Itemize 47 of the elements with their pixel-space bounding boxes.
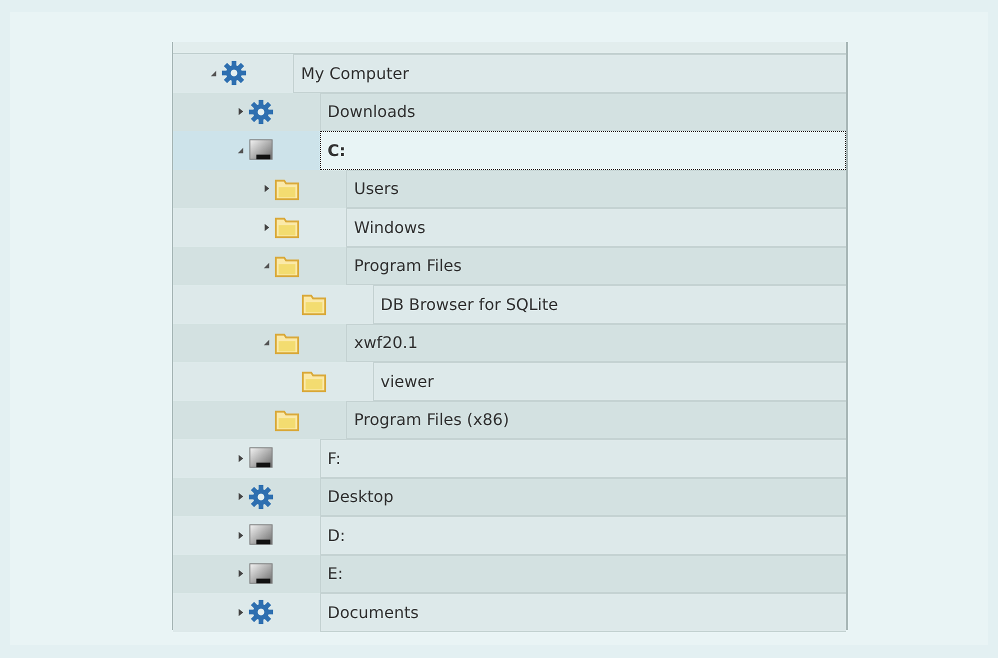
collapse-arrow-icon[interactable] (262, 261, 271, 270)
tree-item[interactable]: Program Files (173, 246, 846, 285)
tree-item[interactable]: D: (173, 516, 846, 554)
tree-item[interactable]: Windows (173, 208, 846, 246)
collapse-arrow-icon[interactable] (262, 338, 271, 348)
item-label: C: (320, 131, 846, 170)
tree-item[interactable]: My Computer (173, 54, 846, 92)
item-label: DB Browser for SQLite (372, 285, 846, 324)
expand-arrow-icon[interactable] (262, 222, 271, 232)
item-label: viewer (372, 362, 846, 400)
item-label: Documents (320, 593, 846, 632)
item-label: Desktop (320, 478, 846, 516)
item-label: F: (320, 439, 846, 478)
item-label: Program Files (346, 246, 846, 285)
expand-arrow-icon[interactable] (236, 569, 244, 578)
gear-icon (248, 98, 274, 125)
expand-arrow-icon[interactable] (236, 107, 244, 116)
gear-icon (221, 60, 247, 86)
item-label: D: (320, 516, 846, 554)
gear-icon (248, 484, 274, 510)
item-label: Downloads (320, 92, 846, 131)
item-label: Windows (346, 208, 846, 246)
tree-item[interactable]: Program Files (x86) (173, 400, 846, 439)
item-label: Users (346, 170, 846, 208)
tree-item[interactable]: DB Browser for SQLite (173, 285, 846, 324)
item-label: E: (320, 554, 846, 593)
tree-item[interactable]: C: (173, 131, 846, 170)
tree-item[interactable]: xwf20.1 (173, 324, 846, 362)
tree-item[interactable]: Downloads (173, 92, 846, 131)
expand-arrow-icon[interactable] (262, 184, 271, 194)
tree-item[interactable]: F: (173, 439, 846, 478)
item-label: Program Files (x86) (346, 400, 846, 439)
tree-item[interactable]: Users (173, 170, 846, 208)
expand-arrow-icon[interactable] (236, 530, 244, 540)
drive-icon (248, 560, 274, 587)
expand-arrow-icon[interactable] (236, 492, 244, 502)
tree-item[interactable]: Desktop (173, 478, 846, 516)
gear-icon (248, 599, 274, 626)
expand-arrow-icon[interactable] (236, 608, 244, 617)
tree-item[interactable]: viewer (173, 362, 846, 400)
item-label: xwf20.1 (346, 324, 846, 362)
tree-item[interactable]: E: (173, 554, 846, 593)
tree-item[interactable]: Documents (173, 593, 846, 632)
collapse-arrow-icon[interactable] (236, 146, 244, 155)
collapse-arrow-icon[interactable] (209, 68, 218, 78)
item-label: My Computer (293, 54, 846, 92)
expand-arrow-icon[interactable] (236, 454, 244, 463)
